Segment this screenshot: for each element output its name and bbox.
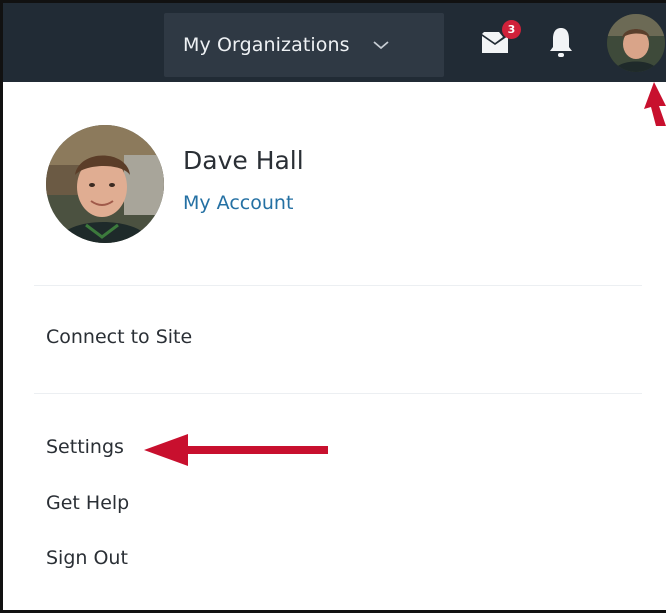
menu-item-connect-to-site[interactable]: Connect to Site [46, 326, 192, 348]
menu-item-sign-out[interactable]: Sign Out [46, 547, 128, 569]
organizations-dropdown[interactable]: My Organizations [164, 13, 444, 77]
profile-name: Dave Hall [183, 146, 304, 175]
divider [34, 285, 642, 286]
bell-icon[interactable] [548, 25, 574, 59]
profile-avatar [46, 125, 164, 243]
screenshot-frame [0, 0, 666, 613]
annotation-arrow-settings [144, 434, 328, 466]
avatar-photo [607, 14, 665, 72]
profile-photo [46, 125, 164, 243]
menu-item-get-help[interactable]: Get Help [46, 492, 129, 514]
organizations-dropdown-label: My Organizations [183, 34, 350, 56]
menu-item-settings[interactable]: Settings [46, 436, 124, 458]
divider [34, 393, 642, 394]
chevron-down-icon [373, 41, 389, 50]
user-avatar-button[interactable] [607, 14, 665, 72]
my-account-link[interactable]: My Account [183, 192, 293, 214]
annotation-arrow-avatar [644, 82, 666, 126]
messages-badge: 3 [502, 20, 521, 39]
